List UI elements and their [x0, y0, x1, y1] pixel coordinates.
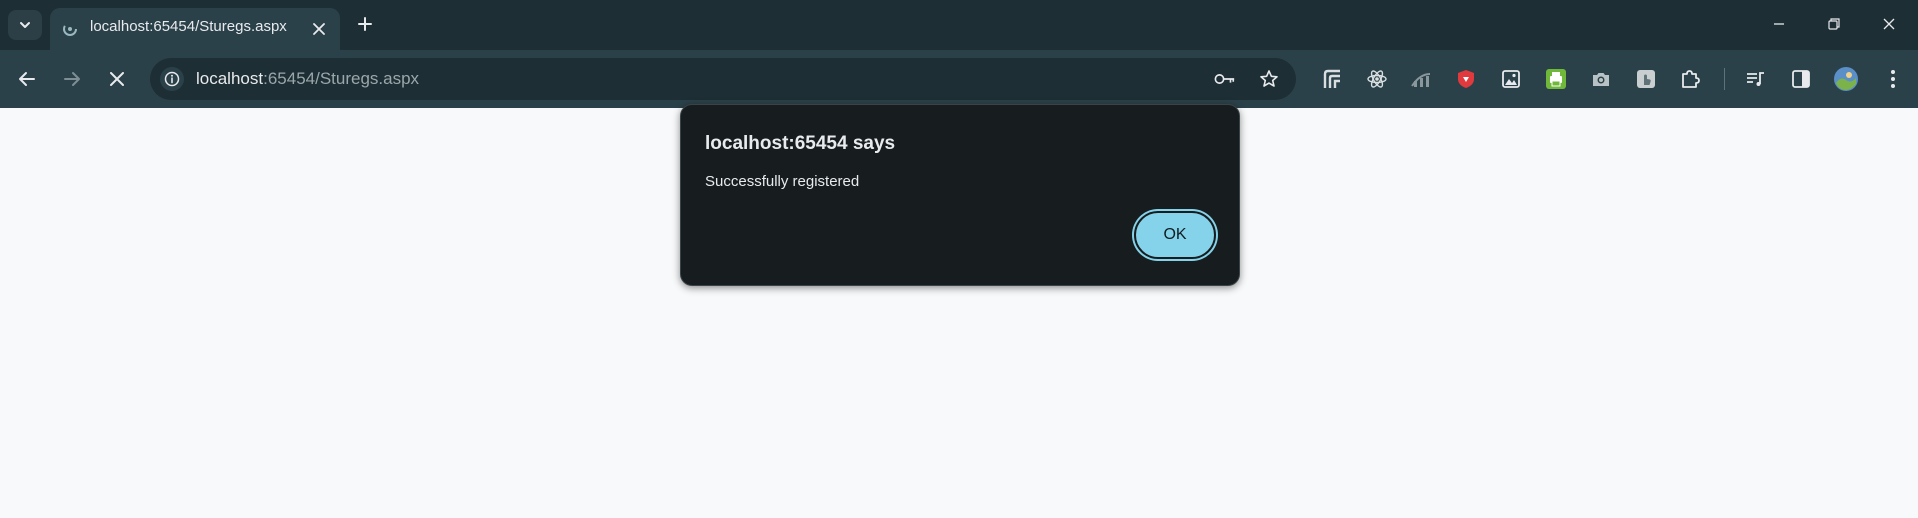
plus-icon	[358, 17, 372, 31]
kebab-menu-icon	[1891, 70, 1895, 88]
extension-touch-icon[interactable]	[1633, 66, 1659, 92]
arrow-left-icon	[19, 72, 35, 86]
minimize-icon	[1774, 23, 1784, 25]
stop-loading-button[interactable]	[104, 66, 130, 92]
alert-dialog: localhost:65454 says Successfully regist…	[680, 104, 1240, 286]
dialog-message: Successfully registered	[705, 173, 860, 190]
restore-button[interactable]	[1822, 12, 1846, 36]
site-info-button[interactable]	[160, 67, 184, 91]
f-logo-icon	[1323, 69, 1340, 88]
forward-button[interactable]	[59, 66, 85, 92]
playlist-music-icon	[1747, 72, 1764, 86]
extension-f-icon[interactable]	[1319, 66, 1345, 92]
tab-close-button[interactable]	[310, 20, 328, 38]
extension-react-icon[interactable]	[1364, 66, 1390, 92]
ok-button[interactable]: OK	[1134, 211, 1216, 259]
printer-icon	[1546, 69, 1566, 89]
side-panel-button[interactable]	[1788, 66, 1814, 92]
new-tab-button[interactable]	[353, 12, 377, 36]
back-button[interactable]	[14, 66, 40, 92]
tab-title: localhost:65454/Sturegs.aspx	[90, 18, 287, 35]
extension-shield-icon[interactable]	[1453, 66, 1479, 92]
close-icon	[110, 72, 124, 86]
arrow-right-icon	[64, 72, 80, 86]
close-icon	[1883, 18, 1895, 30]
browser-menu-button[interactable]	[1880, 66, 1906, 92]
close-icon	[313, 23, 325, 35]
minimize-button[interactable]	[1767, 12, 1791, 36]
bookmark-star-button[interactable]	[1258, 68, 1280, 90]
hand-pointer-icon	[1637, 70, 1655, 88]
extensions-menu-button[interactable]	[1677, 66, 1703, 92]
password-key-button[interactable]	[1214, 68, 1236, 90]
image-icon	[1502, 70, 1520, 88]
tab-search-button[interactable]	[8, 10, 42, 40]
address-bar[interactable]: localhost:65454/Sturegs.aspx	[150, 58, 1296, 100]
toolbar-divider	[1724, 68, 1725, 90]
puzzle-piece-icon	[1682, 70, 1700, 88]
extension-image-icon[interactable]	[1498, 66, 1524, 92]
url-path: :65454/Sturegs.aspx	[263, 69, 420, 88]
star-icon	[1260, 70, 1278, 87]
restore-icon	[1828, 18, 1840, 30]
active-tab[interactable]: localhost:65454/Sturegs.aspx	[50, 8, 340, 50]
shield-icon	[1458, 70, 1474, 88]
extension-printer-icon[interactable]	[1543, 66, 1569, 92]
tab-strip: localhost:65454/Sturegs.aspx	[0, 0, 1918, 50]
window-close-button[interactable]	[1877, 12, 1901, 36]
dialog-title: localhost:65454 says	[705, 133, 896, 154]
info-icon	[164, 71, 180, 87]
camera-icon	[1593, 73, 1609, 86]
bar-chart-icon	[1411, 73, 1431, 87]
side-panel-icon	[1792, 70, 1810, 88]
url-text: localhost:65454/Sturegs.aspx	[196, 69, 419, 89]
loading-spinner-icon	[63, 22, 77, 36]
chevron-down-icon	[20, 22, 30, 28]
browser-toolbar: localhost:65454/Sturegs.aspx	[0, 50, 1918, 108]
url-host: localhost	[196, 69, 264, 88]
media-controls-button[interactable]	[1743, 66, 1769, 92]
avatar	[1834, 67, 1858, 91]
extension-camera-icon[interactable]	[1588, 66, 1614, 92]
key-icon	[1214, 74, 1235, 84]
atom-icon	[1367, 70, 1387, 88]
profile-avatar-button[interactable]	[1833, 66, 1859, 92]
extension-chart-icon[interactable]	[1408, 66, 1434, 92]
